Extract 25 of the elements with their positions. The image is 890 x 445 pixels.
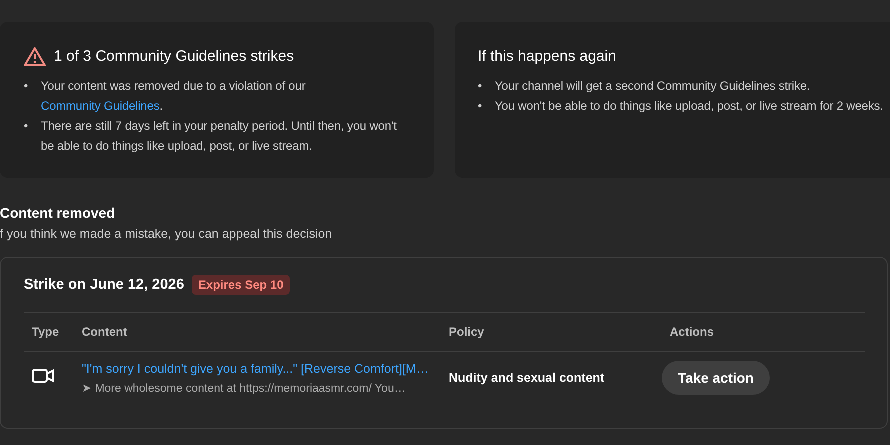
bullet-text: Your content was removed due to a violation of our Community Guidelines. [41,78,307,115]
bullet-marker: • [24,78,30,95]
policy-cell-text: Nudity and sexual content [449,371,606,385]
bullet-text: Your channel will get a second Community Guidelines strike. [495,78,810,95]
column-header: Policy [449,325,486,339]
guidelines-link[interactable]: Community Guidelines [41,99,160,113]
column-header: Actions [670,325,716,339]
bullet-marker: • [24,118,30,135]
video-title-link[interactable]: "I'm sorry I couldn't give you a family..." [Reverse Comfort][M… [82,362,449,376]
bullet-marker: • [478,98,484,115]
bullet-text: There are still 7 days left in your penalty period. Until then, you won't be able to do things like upload, post, or live stream. [41,118,398,155]
warning-icon [24,47,46,67]
strike-title: Strike on June 12, 2026 [24,277,184,293]
column-header: Content [82,325,128,339]
section-title: Content removed [0,204,116,223]
card-title: 1 of 3 Community Guidelines strikes [54,47,294,67]
bullet-text: You won't be able to do things like upload, post, or live stream for 2 weeks. [495,98,884,115]
bullet-marker: • [478,78,484,95]
take-action-button[interactable]: Take action [662,361,770,395]
column-header: Type [31,325,60,339]
video-description: ➤ More wholesome content at https://memoriaasmr.com/ You… [82,382,407,394]
expiry-badge: Expires Sep 10 [192,275,290,295]
card-title: If this happens again [478,47,616,67]
section-subtitle: f you think we made a mistake, you can appeal this decision [0,227,334,241]
video-camera-icon [32,368,54,384]
